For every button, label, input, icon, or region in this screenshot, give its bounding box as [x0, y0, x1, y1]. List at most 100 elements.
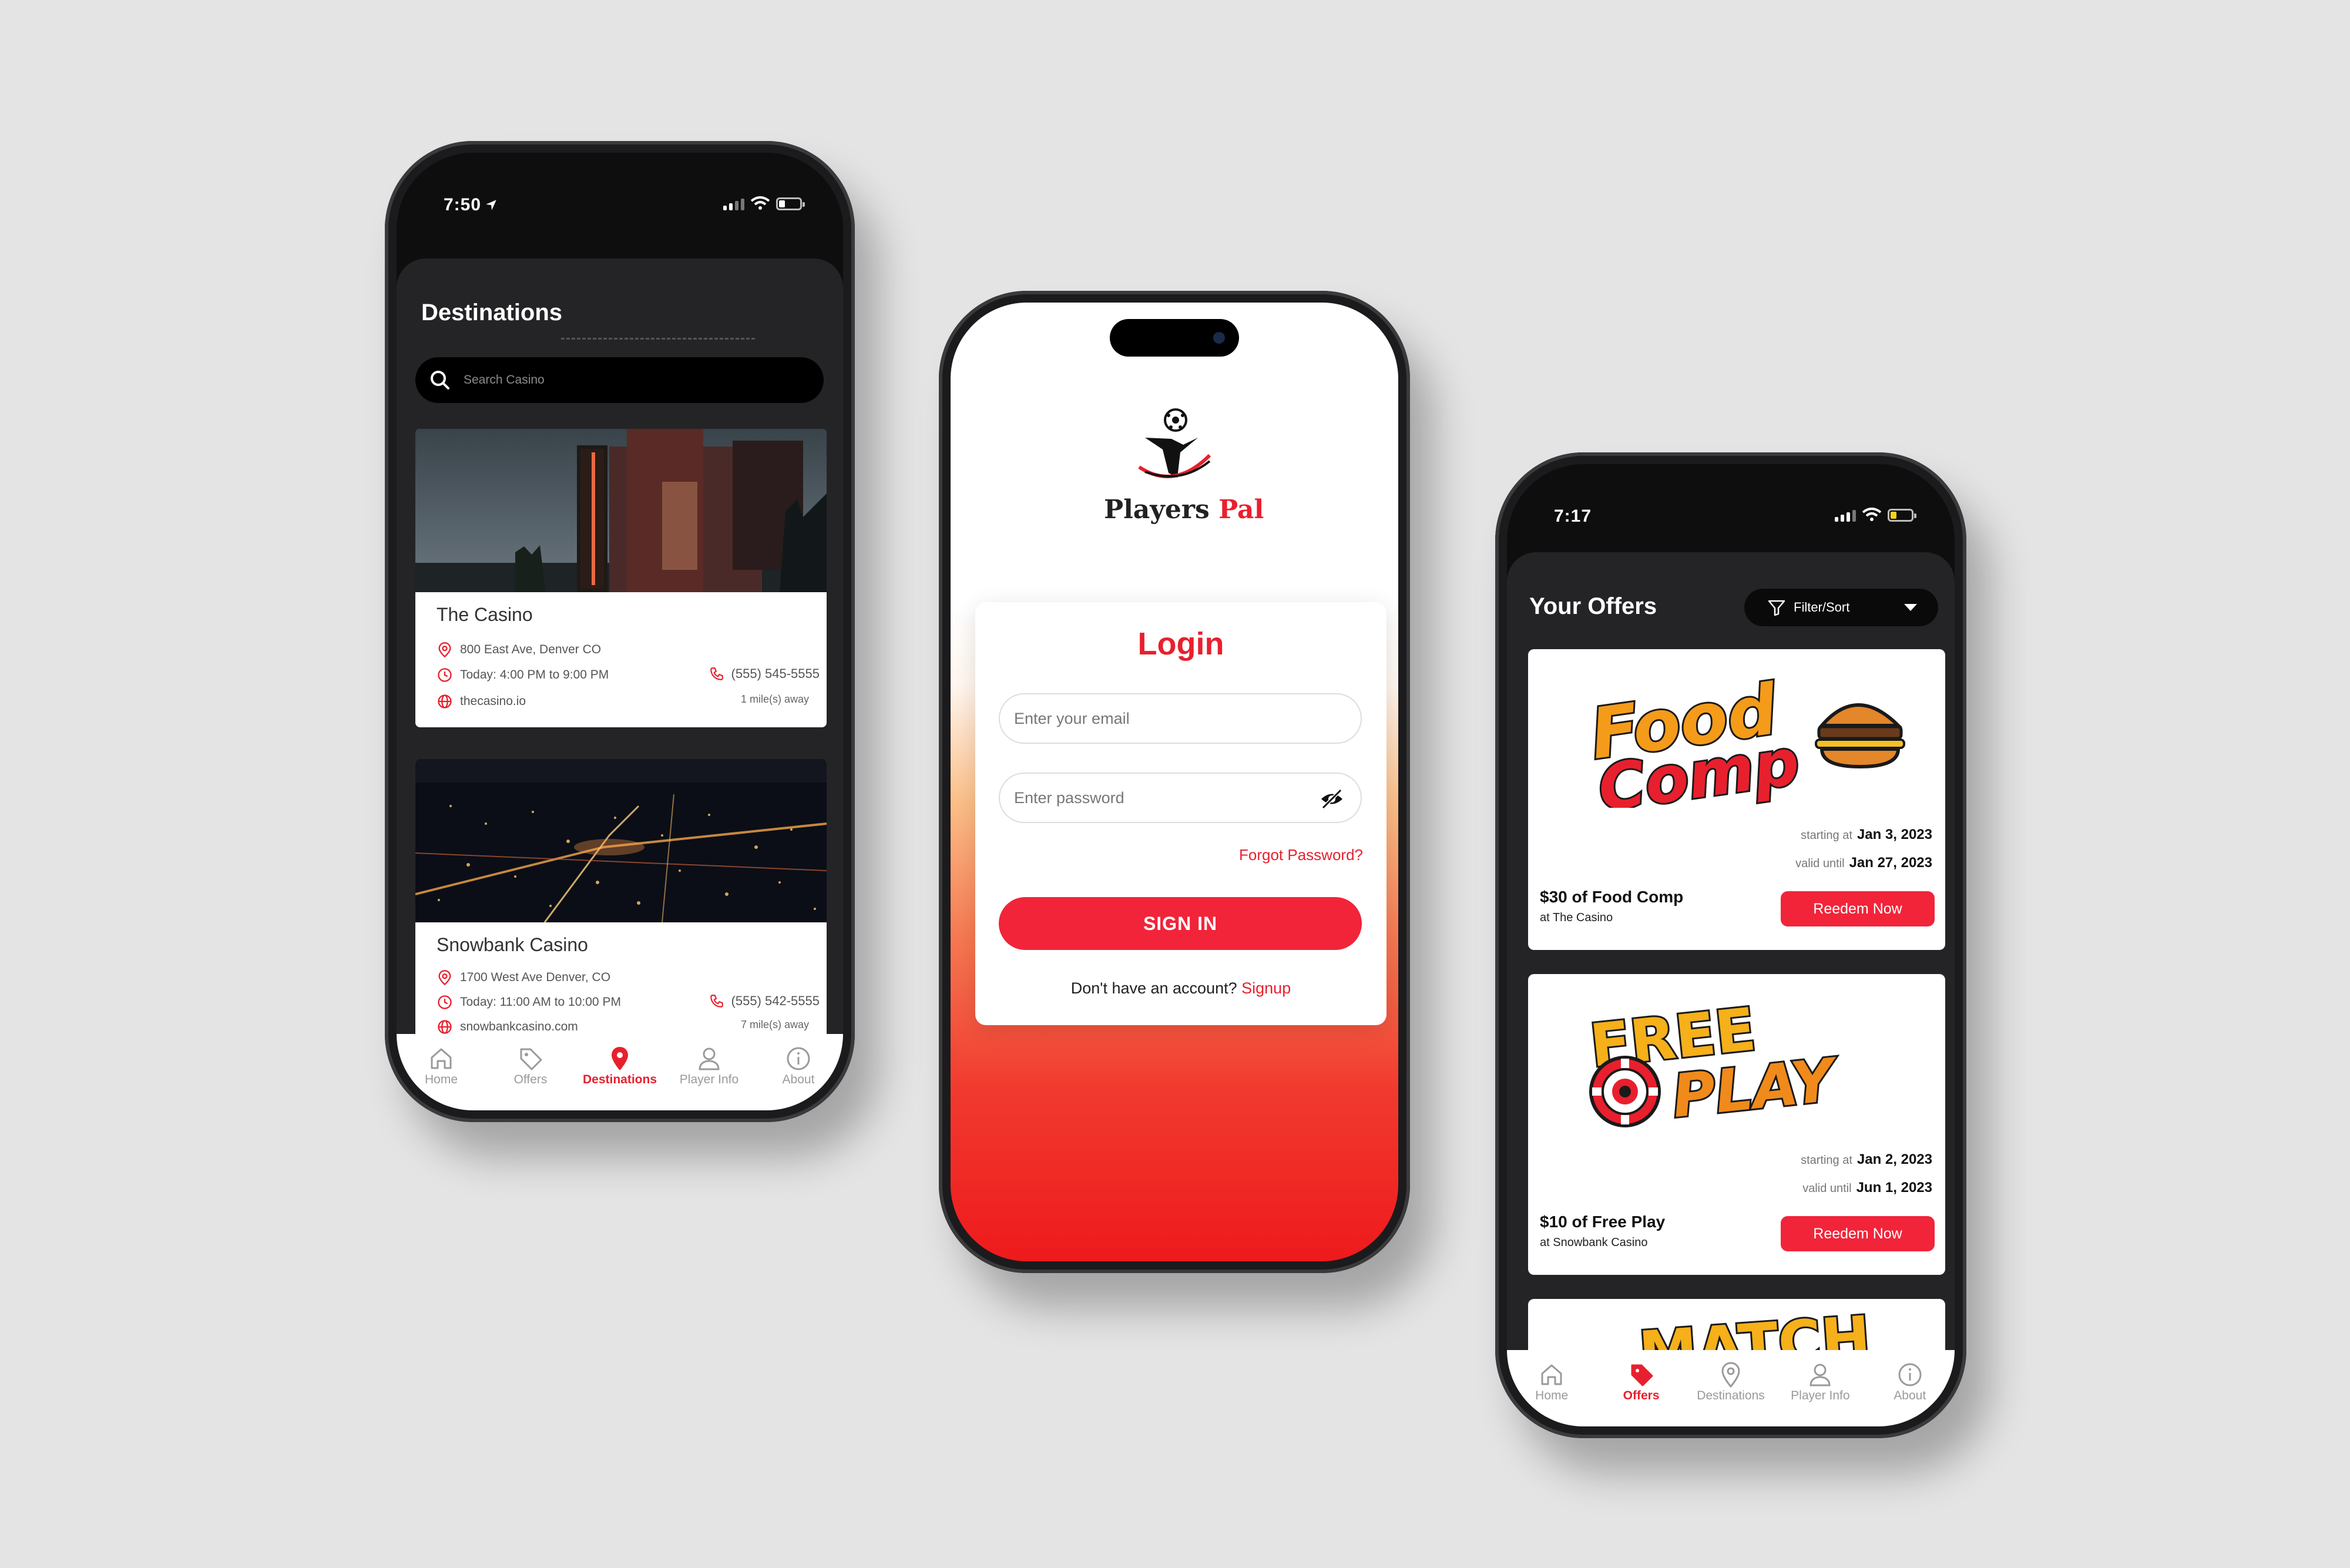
offer-valid-date: valid until Jun 1, 2023: [1802, 1180, 1932, 1196]
offer-card[interactable]: FREE PLAY starting at Jan 2, 2023 valid …: [1528, 974, 1945, 1275]
location-pin-icon: [438, 642, 451, 658]
tab-home[interactable]: Home: [397, 1045, 485, 1087]
casino-card[interactable]: Snowbank Casino 1700 West Ave Denver, CO…: [415, 759, 827, 1057]
info-icon: [1898, 1363, 1922, 1386]
tab-player-info[interactable]: Player Info: [1776, 1361, 1864, 1403]
hours-text: Today: 4:00 PM to 9:00 PM: [460, 668, 609, 681]
caret-down-icon: [1904, 604, 1917, 611]
tab-about[interactable]: About: [1866, 1361, 1954, 1403]
valid-label: valid until: [1795, 857, 1845, 870]
offer-place: at The Casino: [1540, 911, 1613, 924]
login-screen: Players Pal Login Enter your email Enter…: [951, 303, 1398, 1261]
tab-label: Home: [1535, 1389, 1569, 1402]
login-title: Login: [1137, 626, 1224, 662]
password-field[interactable]: Enter password: [999, 773, 1362, 823]
tab-home[interactable]: Home: [1508, 1361, 1596, 1403]
tab-label: Destinations: [582, 1073, 657, 1086]
email-field[interactable]: Enter your email: [999, 693, 1362, 744]
casino-hours: Today: 4:00 PM to 9:00 PM: [437, 667, 609, 683]
address-text: 1700 West Ave Denver, CO: [460, 971, 611, 984]
casino-card[interactable]: The Casino 800 East Ave, Denver CO Today…: [415, 429, 827, 727]
forgot-password-link[interactable]: Forgot Password?: [1239, 846, 1363, 864]
tab-offers[interactable]: Offers: [486, 1045, 575, 1087]
login-card: Login Enter your email Enter password Fo…: [975, 602, 1386, 1025]
sign-in-button[interactable]: SIGN IN: [999, 897, 1362, 950]
signup-link[interactable]: Signup: [1241, 979, 1291, 997]
offer-card[interactable]: Food Comp starting at Jan 3, 2023 valid u…: [1528, 649, 1945, 950]
casino-phone[interactable]: (555) 545-5555: [709, 666, 820, 681]
status-bar: 7:50: [397, 153, 843, 241]
location-arrow-icon: [486, 200, 496, 210]
filter-label: Filter/Sort: [1794, 600, 1850, 615]
filter-icon: [1768, 600, 1785, 616]
wifi-icon: [1862, 508, 1882, 521]
app-name-part1: Players: [1104, 495, 1210, 525]
location-pin-icon: [1721, 1362, 1740, 1388]
search-icon: [431, 371, 449, 390]
phone-destinations: 7:50 Destinations Search Casino The Casi…: [385, 141, 855, 1122]
tab-label: Player Info: [679, 1073, 739, 1086]
phone-offers: 7:17 Your Offers Filter/Sort Food Comp s…: [1495, 452, 1966, 1438]
hours-text: Today: 11:00 AM to 10:00 PM: [460, 995, 621, 1009]
signal-icon: [1835, 510, 1856, 522]
phone-text: (555) 542-5555: [731, 993, 820, 1008]
app-name: Players Pal: [1104, 495, 1264, 525]
free-play-art: FREE PLAY: [1569, 986, 1922, 1133]
status-icons: [723, 196, 805, 210]
tag-icon: [520, 1048, 542, 1070]
casino-address: 800 East Ave, Denver CO: [437, 642, 601, 658]
tab-label: About: [1894, 1389, 1926, 1402]
info-icon: [787, 1047, 810, 1070]
tab-label: About: [782, 1073, 815, 1086]
password-placeholder: Enter password: [1014, 788, 1124, 807]
casino-website[interactable]: thecasino.io: [437, 693, 526, 710]
status-time: 7:17: [1554, 506, 1592, 526]
poker-chip-icon: [1589, 1056, 1661, 1127]
distance-text: 1 mile(s) away: [740, 693, 809, 705]
tab-destinations[interactable]: Destinations: [576, 1045, 664, 1087]
tab-label: Offers: [513, 1073, 548, 1086]
offer-name: $10 of Free Play: [1540, 1213, 1666, 1231]
signup-row: Don't have an account? Signup: [975, 979, 1386, 998]
clock-icon: [438, 668, 452, 682]
tab-about[interactable]: About: [754, 1045, 842, 1087]
no-account-text: Don't have an account?: [1070, 979, 1237, 997]
destinations-screen: 7:50 Destinations Search Casino The Casi…: [397, 153, 843, 1110]
status-bar: 7:17: [1507, 464, 1955, 552]
start-label: starting at: [1801, 1154, 1852, 1167]
filter-sort-dropdown[interactable]: Filter/Sort: [1744, 589, 1938, 626]
globe-icon: [438, 1020, 452, 1034]
tab-label: Player Info: [1791, 1389, 1850, 1402]
globe-icon: [438, 694, 452, 709]
redeem-button[interactable]: Reedem Now: [1781, 1216, 1935, 1251]
page-title: Your Offers: [1529, 593, 1657, 619]
tab-label: Offers: [1623, 1389, 1660, 1402]
valid-label: valid until: [1802, 1182, 1852, 1195]
players-pal-logo-icon: [1138, 408, 1211, 478]
app-name-part2: Pal: [1218, 495, 1264, 525]
tab-destinations[interactable]: Destinations: [1687, 1361, 1775, 1403]
website-text: snowbankcasino.com: [460, 1020, 578, 1033]
casino-hours: Today: 11:00 AM to 10:00 PM: [437, 994, 621, 1010]
offers-panel: Your Offers Filter/Sort Food Comp starti…: [1507, 552, 1955, 1426]
casino-website[interactable]: snowbankcasino.com: [437, 1019, 578, 1035]
offer-start-date: starting at Jan 2, 2023: [1801, 1151, 1932, 1168]
casino-address: 1700 West Ave Denver, CO: [437, 969, 610, 986]
tab-label: Home: [424, 1073, 458, 1086]
casino-info: The Casino 800 East Ave, Denver CO Today…: [415, 592, 827, 727]
eye-off-icon[interactable]: [1320, 787, 1344, 811]
tab-player-info[interactable]: Player Info: [665, 1045, 753, 1087]
app-logo: Players Pal: [1104, 402, 1264, 525]
tag-icon: [1631, 1364, 1653, 1386]
clock-icon: [438, 995, 452, 1009]
valid-date: Jan 27, 2023: [1849, 855, 1932, 871]
bottom-tab-bar: Home Offers Destinations Player Info Abo…: [397, 1034, 843, 1110]
search-input[interactable]: Search Casino: [415, 357, 824, 403]
offer-valid-date: valid until Jan 27, 2023: [1795, 855, 1932, 871]
casino-phone[interactable]: (555) 542-5555: [709, 993, 820, 1009]
redeem-button[interactable]: Reedem Now: [1781, 891, 1935, 926]
offer-name: $30 of Food Comp: [1540, 888, 1684, 906]
burger-icon: [1815, 703, 1905, 769]
address-text: 800 East Ave, Denver CO: [460, 643, 602, 656]
tab-offers[interactable]: Offers: [1597, 1361, 1686, 1403]
